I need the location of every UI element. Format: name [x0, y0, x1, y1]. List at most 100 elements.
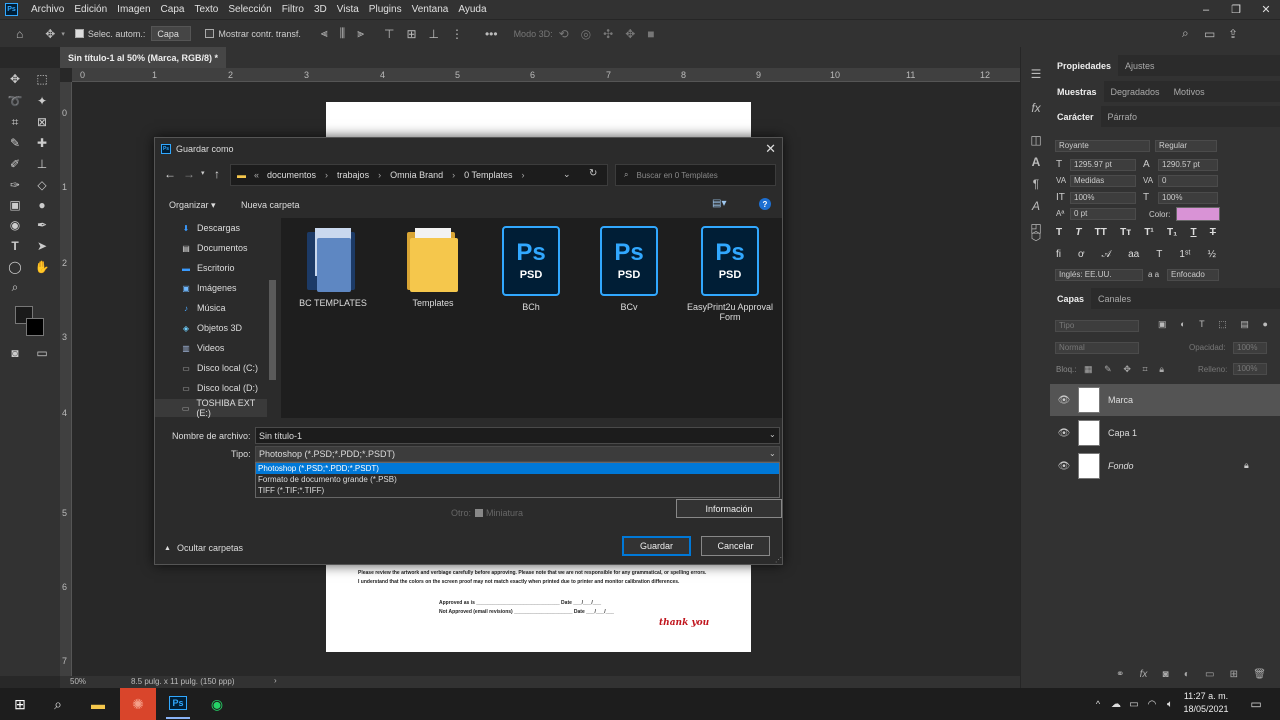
frame-tool-icon[interactable]: ⊠ [33, 113, 51, 131]
tab-canales[interactable]: Canales [1091, 288, 1138, 309]
nav-imagenes[interactable]: ▣ Imágenes [181, 279, 236, 297]
hand-tool-icon[interactable]: ✋ [33, 258, 51, 276]
thumbnail-checkbox[interactable] [475, 509, 483, 517]
marquee-tool-icon[interactable]: ⬚ [33, 70, 51, 88]
filter-toggle-icon[interactable]: ● [1263, 319, 1268, 330]
leading-field[interactable]: 1290.57 pt [1158, 159, 1218, 171]
auto-select-dropdown[interactable]: Capa [151, 26, 192, 41]
tracking-field[interactable]: 0 [1158, 175, 1218, 187]
fx-icon[interactable]: fx [1140, 669, 1148, 680]
file-item-bc-templates[interactable]: BC TEMPLATES [291, 226, 375, 308]
nav-objetos-3d[interactable]: ◈ Objetos 3D [181, 319, 242, 337]
link-layers-icon[interactable]: ⚭ [1116, 669, 1124, 680]
titling-icon[interactable]: T [1156, 249, 1162, 260]
menu-3d[interactable]: 3D [309, 4, 332, 15]
stamp-tool-icon[interactable]: ⊥ [33, 155, 51, 173]
chevron-down-icon[interactable]: ⌄ [769, 449, 776, 458]
opacity-field[interactable]: 100% [1233, 342, 1267, 354]
nav-descargas[interactable]: ⬇ Descargas [181, 219, 240, 237]
horizontal-scale-field[interactable]: 100% [1158, 192, 1218, 204]
ellipse-tool-icon[interactable]: ◯ [6, 258, 24, 276]
nav-musica[interactable]: ♪ Música [181, 299, 226, 317]
add-mask-icon[interactable]: ◙ [1163, 669, 1169, 680]
refresh-icon[interactable]: ↻ [589, 168, 597, 179]
nav-disco-c[interactable]: ▭ Disco local (C:) [181, 359, 258, 377]
align-left-icon[interactable]: ⫷ [321, 26, 328, 41]
superscript-icon[interactable]: T¹ [1144, 227, 1153, 238]
cancel-button[interactable]: Cancelar [701, 536, 770, 556]
gradient-tool-icon[interactable]: ▣ [6, 196, 24, 214]
document-tab[interactable]: Sin título-1 al 50% (Marca, RGB/8) * [60, 47, 227, 68]
search-field[interactable]: ⌕ Buscar en 0 Templates [615, 164, 776, 186]
nav-escritorio[interactable]: ▬ Escritorio [181, 259, 235, 277]
zoom-level[interactable]: 50% [70, 677, 86, 686]
lock-pixels-icon[interactable]: ✎ [1104, 364, 1112, 375]
text-color-swatch[interactable] [1176, 207, 1220, 221]
tab-parrafo[interactable]: Párrafo [1101, 106, 1145, 127]
quick-mask-icon[interactable]: ◙ [6, 344, 24, 362]
fractions-icon[interactable]: ½ [1208, 249, 1216, 260]
properties-icon[interactable]: ☰ [1027, 65, 1045, 83]
old-style-icon[interactable]: ơ [1078, 249, 1085, 260]
all-caps-icon[interactable]: TT [1095, 227, 1107, 238]
type-option-tiff[interactable]: TIFF (*.TIF;*.TIFF) [256, 485, 779, 496]
file-item-bcv[interactable]: Ps PSD BCv [587, 226, 671, 312]
character-icon[interactable]: A [1027, 153, 1045, 171]
3d-cube-icon[interactable]: ⬡ [1027, 227, 1045, 245]
visibility-eye-icon[interactable]: 👁︎ [1050, 395, 1078, 406]
lock-all-icon[interactable]: 🔒︎ [1159, 364, 1164, 375]
photoshop-taskbar-icon[interactable]: Ps [166, 689, 190, 719]
tab-muestras[interactable]: Muestras [1050, 81, 1104, 102]
lock-artboard-icon[interactable]: ⌗ [1142, 364, 1147, 375]
filter-pixel-icon[interactable]: ▣ [1158, 319, 1167, 330]
search-icon[interactable]: ⌕ [1182, 26, 1189, 41]
menu-texto[interactable]: Texto [189, 4, 223, 15]
layer-filter-field[interactable]: Tipo [1055, 320, 1139, 332]
tab-ajustes[interactable]: Ajustes [1118, 55, 1162, 76]
group-icon[interactable]: ▭ [1205, 669, 1214, 680]
file-item-templates[interactable]: Templates [391, 226, 475, 308]
resize-grip-icon[interactable]: ⋰ [775, 556, 782, 564]
organize-button[interactable]: Organizar ▾ [169, 200, 216, 211]
file-item-easyprint2u[interactable]: Ps PSD EasyPrint2u Approval Form [685, 226, 775, 322]
nav-videos[interactable]: ▥ Videos [181, 339, 224, 357]
move-tool-icon[interactable]: ✥ [45, 27, 55, 41]
faux-bold-icon[interactable]: T [1056, 227, 1062, 238]
nav-scrollbar[interactable] [269, 280, 276, 380]
file-item-bch[interactable]: Ps PSD BCh [489, 226, 573, 312]
type-option-psb[interactable]: Formato de documento grande (*.PSB) [256, 474, 779, 485]
app-orange-icon[interactable]: ✺ [120, 688, 156, 720]
crop-tool-icon[interactable]: ⌗ [6, 113, 24, 131]
menu-capa[interactable]: Capa [156, 4, 190, 15]
nav-documentos[interactable]: ▤ Documentos [181, 239, 247, 257]
fill-field[interactable]: 100% [1233, 363, 1267, 375]
history-brush-icon[interactable]: ✑ [6, 176, 24, 194]
back-arrow-icon[interactable]: ← [164, 167, 176, 181]
magic-wand-icon[interactable]: ✦ [33, 92, 51, 110]
font-size-field[interactable]: 1295.97 pt [1070, 159, 1136, 171]
filter-shape-icon[interactable]: ⬚ [1218, 319, 1227, 330]
adjustment-layer-icon[interactable]: ◐ [1184, 669, 1190, 680]
clock[interactable]: 11:27 a. m. 18/05/2021 [1178, 691, 1234, 714]
chevron-right-icon[interactable]: › [274, 676, 277, 685]
lock-transparent-icon[interactable]: ▦ [1084, 364, 1093, 375]
breadcrumb-trabajos[interactable]: trabajos [337, 170, 369, 180]
layer-row-capa1[interactable]: 👁︎ Capa 1 [1050, 417, 1280, 449]
auto-select-checkbox[interactable] [74, 29, 84, 38]
screen-mode-icon[interactable]: ▭ [33, 344, 51, 362]
address-dropdown-icon[interactable]: ⌄ [563, 169, 571, 180]
share-icon[interactable]: ⇪ [1228, 27, 1238, 41]
new-layer-icon[interactable]: ⊞ [1230, 669, 1238, 680]
tab-caracter[interactable]: Carácter [1050, 106, 1101, 127]
fx-icon[interactable]: fx [1027, 99, 1045, 117]
home-icon[interactable]: ⌂ [16, 27, 23, 41]
brush-tool-icon[interactable]: ✐ [6, 155, 24, 173]
menu-archivo[interactable]: Archivo [26, 4, 69, 15]
menu-seleccion[interactable]: Selección [223, 4, 276, 15]
path-overflow[interactable]: « [254, 170, 259, 180]
nav-disco-d[interactable]: ▭ Disco local (D:) [181, 379, 258, 397]
information-button[interactable]: Información [676, 499, 782, 518]
new-folder-button[interactable]: Nueva carpeta [241, 200, 300, 210]
ligatures-icon[interactable]: ﬁ [1056, 249, 1061, 260]
layer-row-fondo[interactable]: 👁︎ Fondo 🔒︎ [1050, 450, 1280, 482]
